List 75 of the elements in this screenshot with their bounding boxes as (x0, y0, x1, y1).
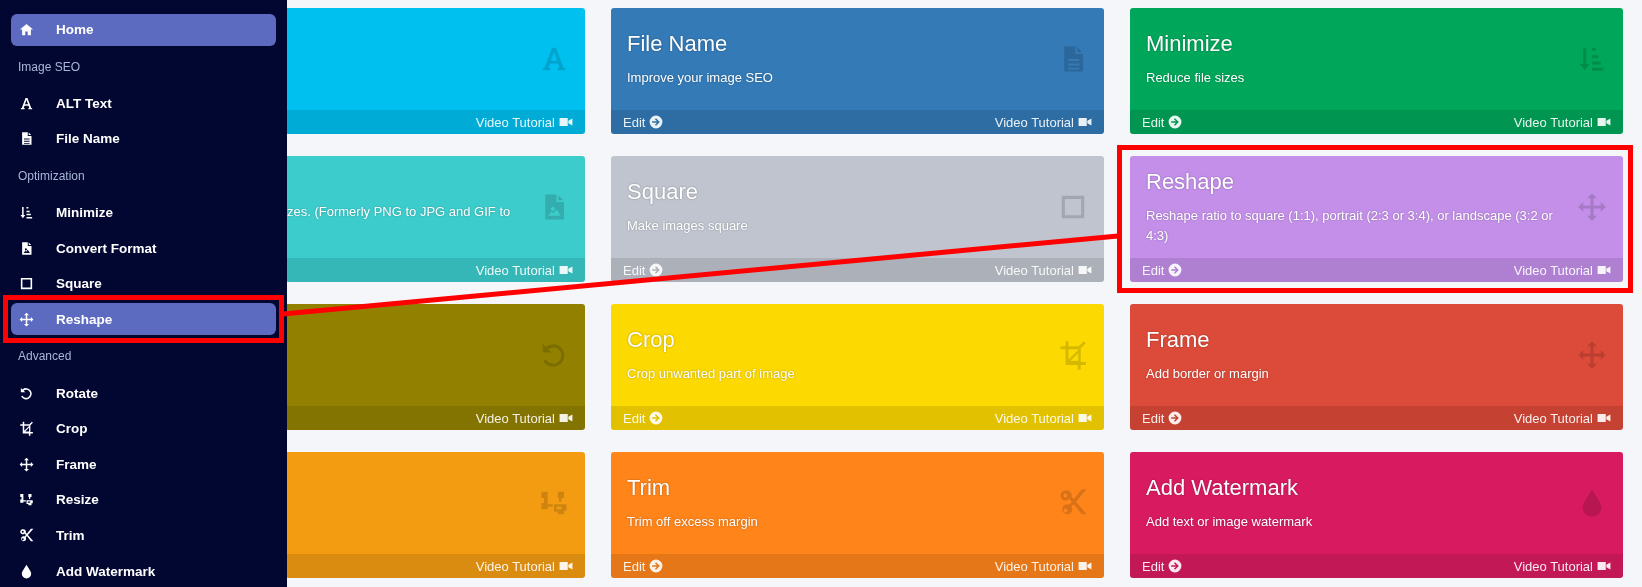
sidebar-item[interactable]: Square (11, 267, 276, 300)
move-icon (1577, 340, 1607, 370)
resize-icon (19, 492, 34, 508)
card-description: Improve your image SEO (627, 69, 774, 87)
sidebar-item[interactable]: Reshape (11, 303, 276, 336)
sidebar-item[interactable]: Minimize (11, 196, 276, 229)
section-heading: Advanced (17, 348, 73, 366)
image-file-icon (19, 240, 34, 256)
video-camera-icon (559, 559, 573, 573)
crop-icon (19, 421, 34, 437)
video-camera-icon (1597, 559, 1611, 573)
sidebar-item[interactable]: ALT Text (11, 87, 276, 120)
card-title: Minimize (1146, 30, 1234, 58)
card-description: zes. (Formerly PNG to JPG and GIF to (287, 203, 512, 221)
crop-icon (1058, 340, 1088, 370)
video-camera-icon (1597, 115, 1611, 129)
move-icon (1577, 192, 1607, 222)
sidebar-item[interactable]: Frame (11, 448, 276, 481)
video-tutorial-link[interactable]: Video Tutorial (1513, 558, 1611, 574)
sidebar-item[interactable]: Home (11, 14, 276, 46)
video-camera-icon (1078, 559, 1092, 573)
sort-icon (19, 205, 34, 220)
video-camera-icon (559, 263, 573, 277)
sidebar-item[interactable]: Resize (11, 484, 276, 516)
home-icon (19, 22, 34, 38)
video-camera-icon (1078, 263, 1092, 277)
edit-link[interactable]: Edit (1142, 558, 1183, 574)
video-tutorial-link[interactable]: Video Tutorial (475, 114, 573, 130)
section-heading: Optimization (17, 167, 86, 185)
section-heading: Image SEO (17, 58, 82, 76)
document-icon (19, 131, 34, 147)
video-tutorial-link[interactable]: Video Tutorial (994, 558, 1092, 574)
video-tutorial-link[interactable]: Video Tutorial (1513, 410, 1611, 426)
card-description: Add text or image watermark (1146, 513, 1314, 531)
card-title: Square (627, 178, 699, 206)
sidebar-item[interactable]: Rotate (11, 377, 276, 410)
card-description: Reduce file sizes (1146, 69, 1246, 87)
video-camera-icon (559, 411, 573, 425)
card-title: Trim (627, 474, 672, 502)
video-tutorial-link[interactable]: Video Tutorial (1513, 262, 1611, 278)
sidebar-item[interactable]: Add Watermark (11, 555, 276, 587)
rotate-icon (19, 385, 34, 401)
card-description: Trim off excess margin (627, 513, 759, 531)
text-icon (19, 95, 34, 111)
sidebar-item[interactable]: Crop (11, 413, 276, 445)
video-camera-icon (1597, 411, 1611, 425)
card-title: Add Watermark (1146, 474, 1299, 502)
video-camera-icon (1597, 263, 1611, 277)
card-title: File Name (627, 30, 729, 58)
card-description: Add border or margin (1146, 365, 1270, 383)
video-tutorial-link[interactable]: Video Tutorial (475, 558, 573, 574)
card-title: Reshape (1146, 168, 1236, 196)
video-camera-icon (1078, 115, 1092, 129)
move-icon (19, 311, 34, 327)
edit-link[interactable]: Edit (1142, 114, 1183, 130)
card-description: Reshape ratio to square (1:1), portrait (2:3 or 3:4), or landscape (3:2 or 4:3) (1146, 207, 1554, 245)
edit-link[interactable]: Edit (623, 114, 664, 130)
video-camera-icon (559, 115, 573, 129)
video-tutorial-link[interactable]: Video Tutorial (475, 410, 573, 426)
scissors-icon (19, 528, 34, 544)
edit-link[interactable]: Edit (1142, 410, 1183, 426)
card-description: Make images square (627, 217, 749, 235)
card-description: Crop unwanted part of image (627, 365, 796, 383)
sidebar-item[interactable]: Trim (11, 519, 276, 552)
edit-link[interactable]: Edit (1142, 262, 1183, 278)
droplet-icon (19, 563, 34, 579)
move-icon (19, 456, 34, 472)
edit-link[interactable]: Edit (623, 558, 664, 574)
video-tutorial-link[interactable]: Video Tutorial (994, 114, 1092, 130)
card-title: Crop (627, 326, 676, 354)
sidebar-item[interactable]: Convert Format (11, 232, 276, 264)
sidebar-item[interactable]: File Name (11, 123, 276, 155)
card-title: Frame (1146, 326, 1211, 354)
video-camera-icon (1078, 411, 1092, 425)
video-tutorial-link[interactable]: Video Tutorial (1513, 114, 1611, 130)
